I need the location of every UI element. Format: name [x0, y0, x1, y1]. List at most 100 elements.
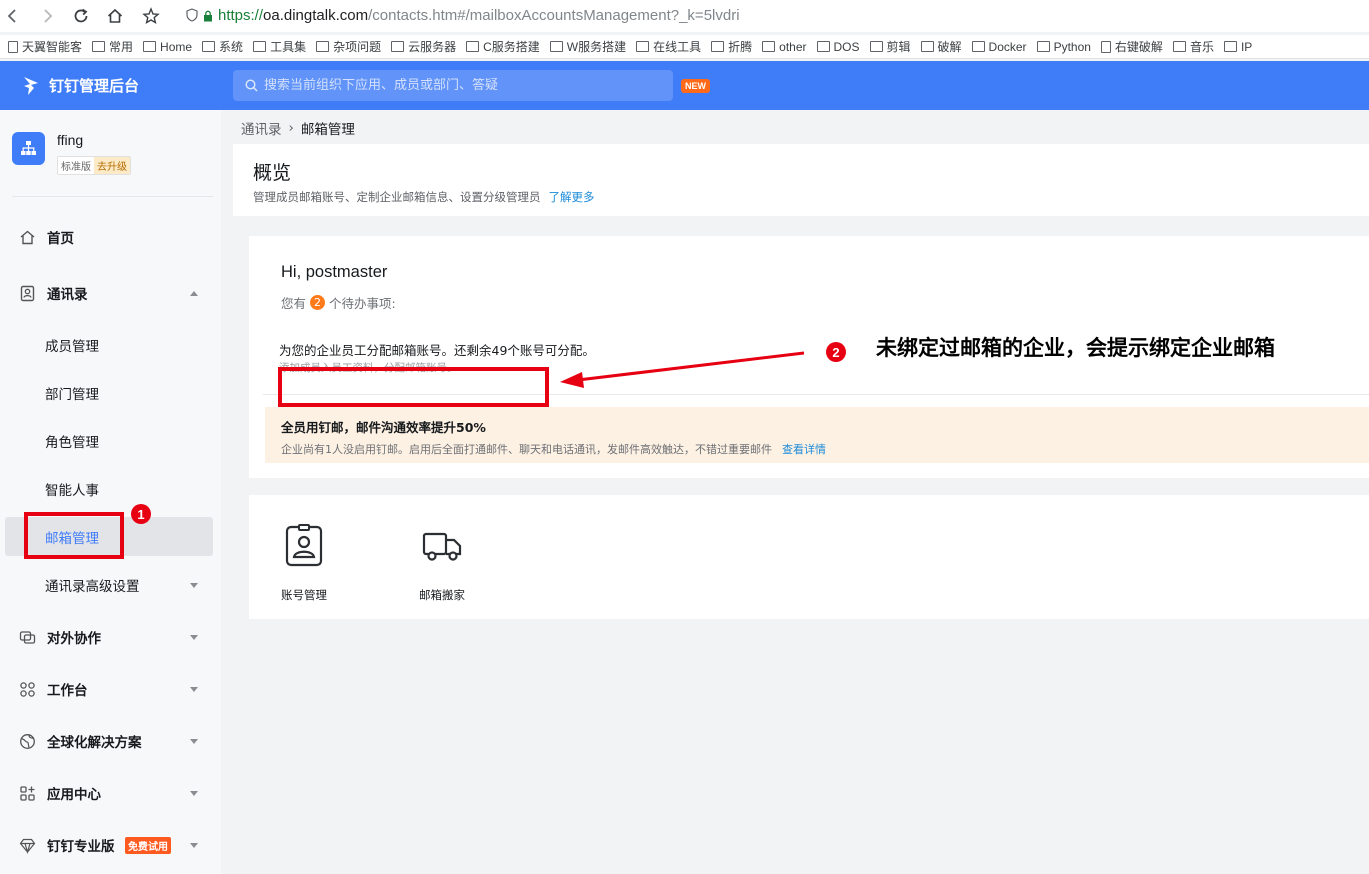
- bookmark-label: 常用: [109, 40, 134, 54]
- bookmark-item[interactable]: 工具集: [253, 38, 306, 55]
- bookmark-item[interactable]: 在线工具: [636, 38, 701, 55]
- sidebar-item-label: 角色管理: [45, 435, 99, 451]
- caret-down-icon: [190, 790, 198, 796]
- sidebar-item-roles[interactable]: 角色管理: [0, 423, 221, 459]
- org-chart-icon: [21, 141, 36, 155]
- sidebar-item-label: 通讯录高级设置: [45, 579, 140, 595]
- todo-count-badge: 2: [310, 295, 326, 310]
- bookmark-item[interactable]: C服务搭建: [466, 38, 540, 55]
- bookmark-item[interactable]: 天翼智能客: [8, 38, 82, 55]
- global-search[interactable]: [233, 70, 673, 101]
- bookmark-label: 系统: [219, 40, 244, 54]
- bookmark-label: IP: [1240, 39, 1253, 54]
- bookmark-item[interactable]: other: [762, 40, 807, 54]
- promo-description: 企业尚有1人没启用钉邮。启用后全面打通邮件、聊天和电话通讯，发邮件高效触达，不错…: [281, 441, 826, 457]
- shield-icon: [186, 8, 198, 22]
- org-name: ffing: [57, 132, 84, 148]
- sidebar-item-global[interactable]: 全球化解决方案: [0, 723, 221, 759]
- account-management-tool[interactable]: 账号管理: [281, 523, 327, 603]
- breadcrumb-contacts[interactable]: 通讯录: [241, 118, 282, 138]
- sidebar-item-home[interactable]: 首页: [0, 219, 221, 255]
- page-icon: [8, 40, 18, 53]
- bookmark-item[interactable]: Docker: [971, 40, 1027, 54]
- back-icon[interactable]: [0, 3, 26, 29]
- caret-down-icon: [190, 582, 198, 588]
- bookmark-label: 在线工具: [653, 40, 702, 54]
- folder-icon: [920, 41, 934, 52]
- dingtalk-logo-icon: [24, 76, 38, 95]
- url-path: /contacts.htm#/mailboxAccountsManagement…: [368, 6, 740, 24]
- annotation-box-task: [278, 367, 549, 407]
- bookmark-item[interactable]: 常用: [92, 38, 133, 55]
- bookmark-item[interactable]: Python: [1036, 40, 1091, 54]
- todo-summary: 您有 2 个待办事项:: [281, 293, 396, 312]
- url-host: oa.dingtalk.com: [263, 6, 369, 24]
- bookmark-item[interactable]: Home: [143, 40, 192, 54]
- annotation-number-1: 1: [131, 504, 151, 524]
- top-header: 钉钉管理后台 NEW: [0, 61, 1369, 110]
- folder-icon: [1172, 41, 1186, 52]
- upgrade-link[interactable]: 去升级: [94, 157, 130, 174]
- new-badge: NEW: [681, 79, 710, 93]
- page-title: 概览: [253, 162, 292, 184]
- bookmark-item[interactable]: W服务搭建: [549, 38, 627, 55]
- sidebar-item-workbench[interactable]: 工作台: [0, 671, 221, 707]
- bookmark-star-icon[interactable]: [138, 3, 164, 29]
- sidebar-item-departments[interactable]: 部门管理: [0, 375, 221, 411]
- sidebar-item-app-center[interactable]: 应用中心: [0, 775, 221, 811]
- folder-icon: [143, 41, 157, 52]
- todo-suffix: 个待办事项:: [329, 296, 396, 311]
- bookmark-label: C服务搭建: [483, 40, 540, 54]
- mailbox-migration-tool[interactable]: 邮箱搬家: [419, 523, 465, 603]
- address-bar[interactable]: https://oa.dingtalk.com/contacts.htm#/ma…: [186, 3, 1366, 27]
- bookmark-item[interactable]: 杂项问题: [316, 38, 381, 55]
- folder-icon: [762, 41, 776, 52]
- bookmark-label: DOS: [833, 39, 860, 54]
- bookmark-item[interactable]: 云服务器: [391, 38, 456, 55]
- folder-icon: [202, 41, 216, 52]
- annotation-number-2: 2: [826, 342, 846, 362]
- caret-down-icon: [190, 842, 198, 848]
- sidebar-item-pro[interactable]: 钉钉专业版 免费试用: [0, 827, 221, 863]
- sidebar-item-contacts[interactable]: 通讯录: [0, 275, 221, 311]
- sidebar-item-external[interactable]: 对外协作: [0, 619, 221, 655]
- bookmark-item[interactable]: 音乐: [1172, 38, 1214, 55]
- folder-icon: [549, 41, 563, 52]
- annotation-box-mailbox: [24, 512, 124, 559]
- folder-icon: [316, 41, 330, 52]
- todo-prefix: 您有: [281, 296, 307, 311]
- folder-icon: [636, 41, 650, 52]
- search-input[interactable]: [264, 78, 644, 93]
- bookmark-label: 破解: [937, 40, 962, 54]
- folder-icon: [816, 41, 830, 52]
- bookmark-item[interactable]: 右键破解: [1100, 38, 1163, 55]
- bookmark-item[interactable]: IP: [1223, 39, 1253, 54]
- diamond-icon: [19, 838, 36, 854]
- bookmark-item[interactable]: 折腾: [711, 38, 752, 55]
- folder-icon: [971, 41, 985, 52]
- sidebar-item-smart-hr[interactable]: 智能人事: [0, 471, 221, 507]
- task-title[interactable]: 为您的企业员工分配邮箱账号。还剩余49个账号可分配。: [279, 340, 595, 359]
- view-details-link[interactable]: 查看详情: [782, 443, 826, 456]
- bookmark-item[interactable]: 系统: [202, 38, 243, 55]
- sidebar-item-contacts-advanced[interactable]: 通讯录高级设置: [0, 567, 221, 603]
- bookmark-item[interactable]: 破解: [920, 38, 962, 55]
- tool-label: 账号管理: [281, 588, 327, 602]
- bookmark-label: W服务搭建: [566, 40, 627, 54]
- folder-icon: [253, 41, 267, 52]
- app-center-icon: [20, 785, 35, 801]
- globe-icon: [20, 733, 35, 749]
- bookmark-item[interactable]: DOS: [816, 39, 860, 54]
- promo-text: 企业尚有1人没启用钉邮。启用后全面打通邮件、聊天和电话通讯，发邮件高效触达，不错…: [281, 443, 772, 456]
- bookmark-label: 天翼智能客: [22, 40, 83, 54]
- forward-icon[interactable]: [34, 3, 60, 29]
- home-icon[interactable]: [102, 3, 128, 29]
- annotation-note: 未绑定过邮箱的企业，会提示绑定企业邮箱: [876, 336, 1275, 360]
- bookmark-item[interactable]: 剪辑: [869, 38, 911, 55]
- reload-icon[interactable]: [68, 3, 94, 29]
- org-info[interactable]: ffing 标准版 去升级: [12, 132, 131, 175]
- greeting: Hi, postmaster: [281, 263, 388, 281]
- sidebar-item-members[interactable]: 成员管理: [0, 327, 221, 363]
- learn-more-link[interactable]: 了解更多: [549, 190, 595, 204]
- app-logo[interactable]: 钉钉管理后台: [22, 61, 139, 110]
